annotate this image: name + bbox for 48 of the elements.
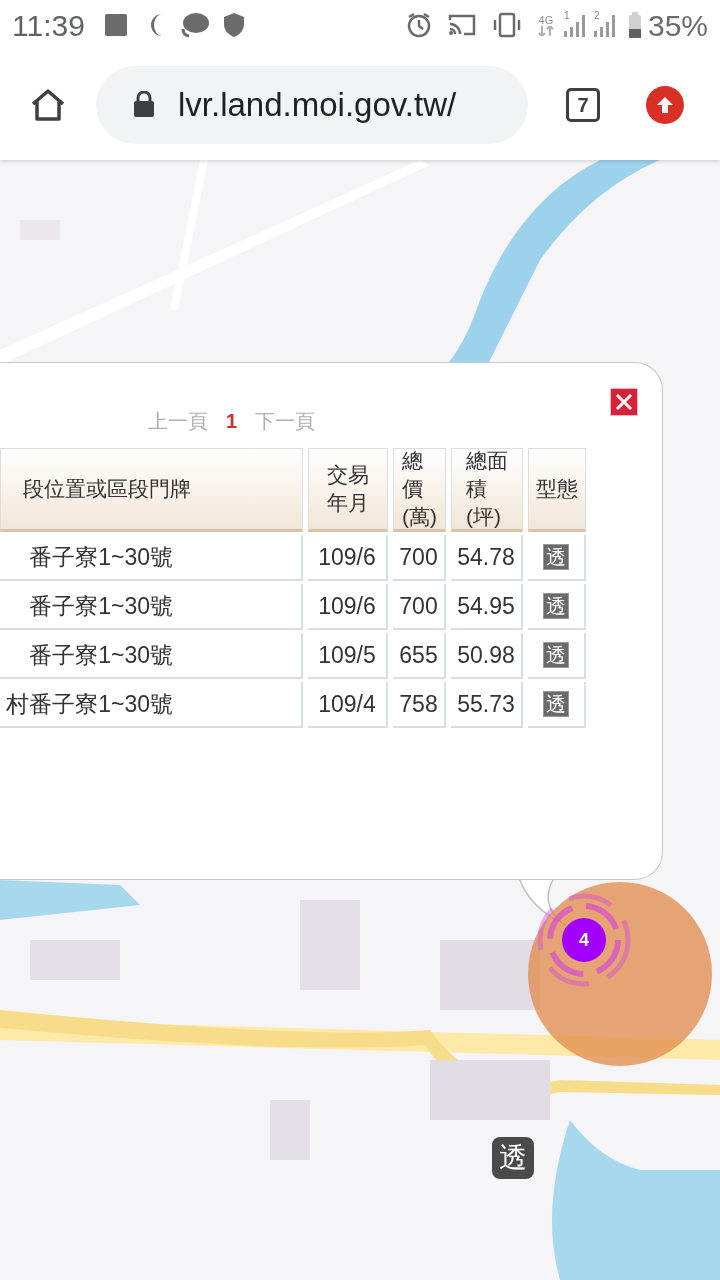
table-cell: 109/5 bbox=[308, 633, 388, 679]
close-icon bbox=[614, 392, 634, 412]
type-badge: 透 bbox=[543, 593, 569, 619]
table-cell: 番子寮1~30號 bbox=[0, 535, 303, 581]
url-text: lvr.land.moi.gov.tw/ bbox=[178, 85, 457, 126]
table-cell: 50.98 bbox=[451, 633, 523, 679]
table-cell: 54.78 bbox=[451, 535, 523, 581]
table-cell: 700 bbox=[393, 584, 446, 630]
update-button[interactable] bbox=[646, 86, 684, 124]
sim-number: 2 bbox=[593, 11, 600, 21]
table-cell: 758 bbox=[393, 682, 446, 728]
close-button[interactable] bbox=[610, 388, 638, 416]
up-arrow-icon bbox=[656, 96, 674, 114]
table-cell: 番子寮1~30號 bbox=[0, 584, 303, 630]
table-cell: 700 bbox=[393, 535, 446, 581]
table-cell: 109/4 bbox=[308, 682, 388, 728]
home-icon bbox=[29, 87, 67, 123]
column-header: 型態 bbox=[528, 448, 586, 532]
tab-count-button[interactable]: 7 bbox=[566, 88, 600, 122]
network-type: 4G bbox=[538, 14, 554, 26]
column-header: 總面 積 (坪) bbox=[451, 448, 523, 532]
shield-icon bbox=[222, 12, 245, 38]
sim-number: 1 bbox=[563, 11, 570, 21]
table-cell: 109/6 bbox=[308, 584, 388, 630]
square-icon bbox=[102, 12, 129, 38]
alarm-icon bbox=[405, 12, 432, 38]
column-header: 交易 年月 bbox=[308, 448, 388, 532]
column-header: 總 價 (萬) bbox=[393, 448, 446, 532]
type-badge: 透 bbox=[543, 691, 569, 717]
vibrate-icon bbox=[491, 12, 522, 38]
type-badge: 透 bbox=[543, 544, 569, 570]
clock-time: 11:39 bbox=[12, 7, 85, 44]
table-cell: 655 bbox=[393, 633, 446, 679]
table-cell: 54.95 bbox=[451, 584, 523, 630]
table-cell: 55.73 bbox=[451, 682, 523, 728]
table-cell: 番子寮1~30號 bbox=[0, 633, 303, 679]
table-cell: 村番子寮1~30號 bbox=[0, 682, 303, 728]
table-cell: 109/6 bbox=[308, 535, 388, 581]
type-badge: 透 bbox=[543, 642, 569, 668]
map-marker[interactable]: 透 bbox=[492, 1137, 534, 1179]
lock-icon bbox=[132, 91, 156, 119]
battery-icon bbox=[627, 12, 642, 38]
battery-percent: 35% bbox=[647, 7, 708, 44]
address-bar[interactable]: lvr.land.moi.gov.tw/ bbox=[96, 66, 528, 144]
page-number[interactable]: 1 bbox=[226, 406, 238, 436]
data-arrows-icon bbox=[537, 26, 554, 36]
cast-icon bbox=[447, 12, 476, 38]
column-header: 段位置或區段門牌 bbox=[0, 448, 303, 532]
